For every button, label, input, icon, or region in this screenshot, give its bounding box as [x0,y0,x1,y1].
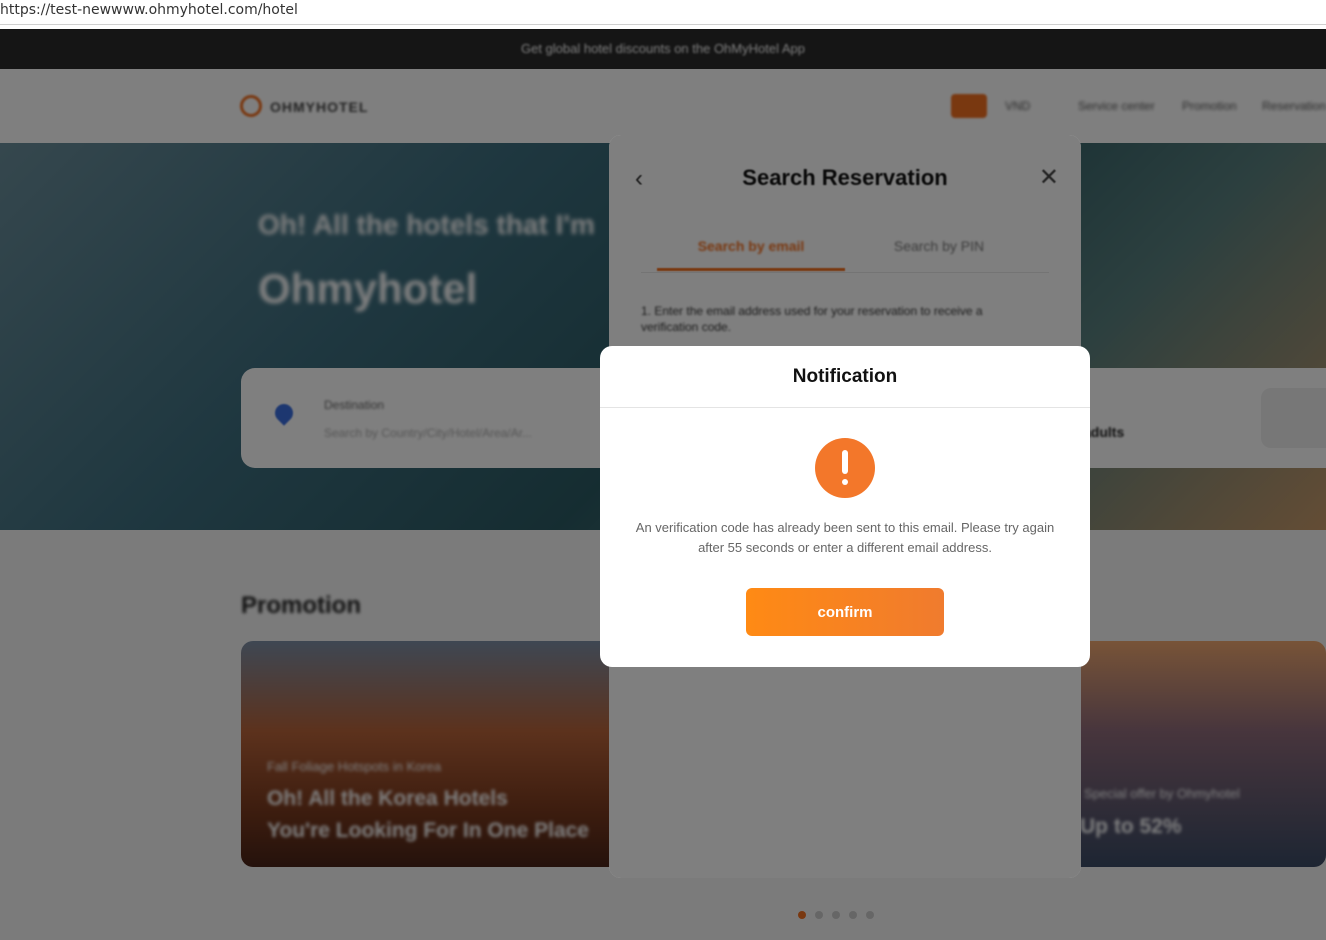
notification-header: Notification [600,346,1090,408]
url-text[interactable]: https://test-newwww.ohmyhotel.com/hotel [0,2,298,18]
warning-icon [815,438,875,498]
notification-title: Notification [792,366,898,387]
notification-message: An verification code has already been se… [635,520,1055,555]
confirm-button[interactable]: confirm [746,588,944,636]
notification-dialog: Notification An verification code has al… [600,346,1090,667]
browser-url-bar[interactable]: https://test-newwww.ohmyhotel.com/hotel [0,0,1326,25]
